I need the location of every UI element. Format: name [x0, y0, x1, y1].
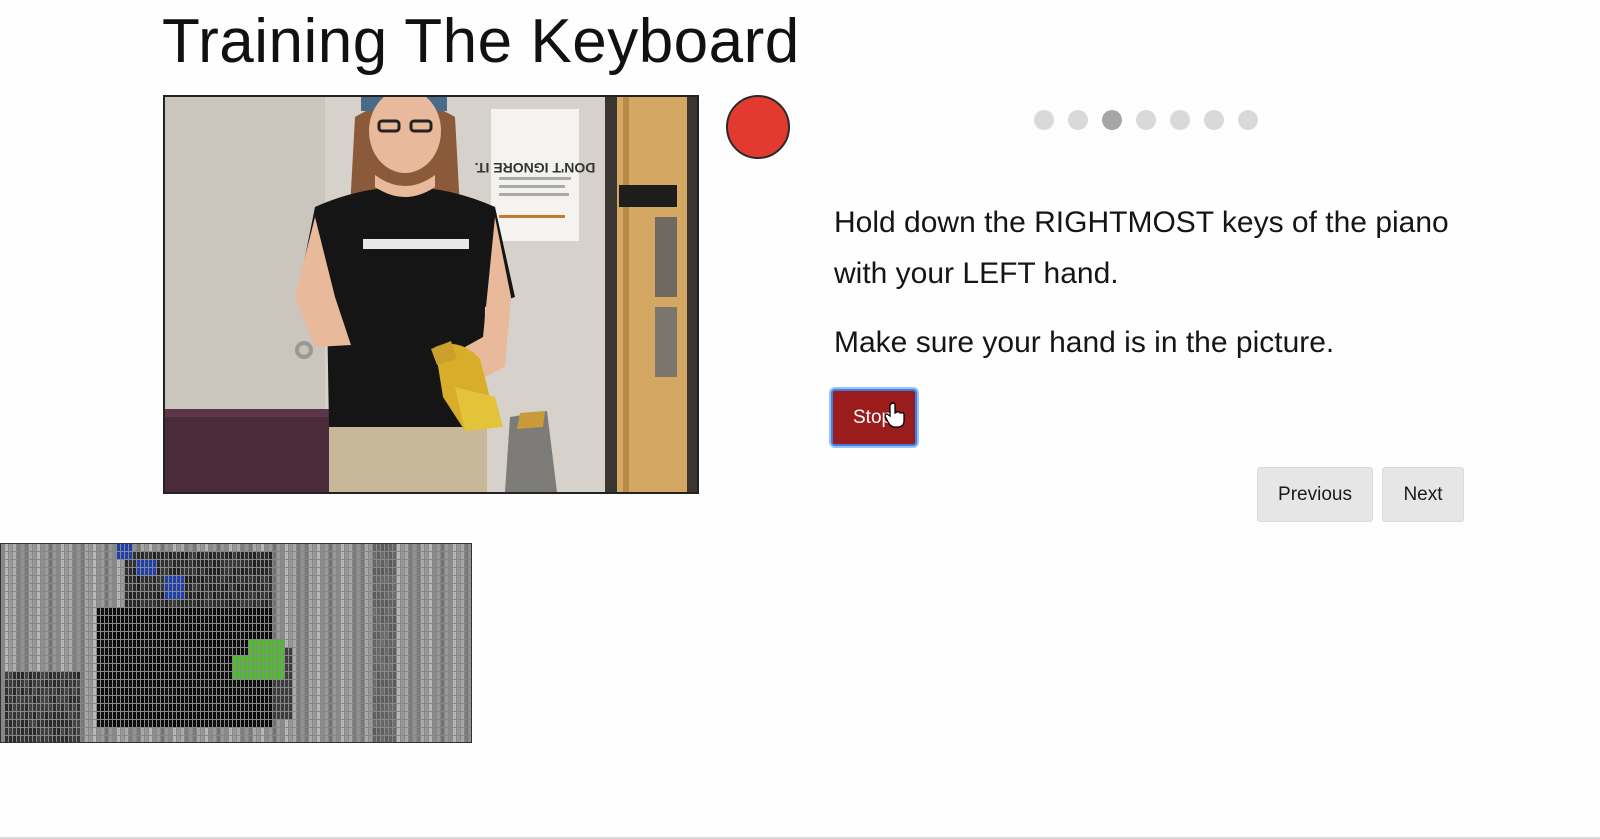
next-button[interactable]: Next	[1382, 467, 1464, 522]
hand-pointer-icon	[884, 402, 905, 428]
poster-text: DON'T IGNORE IT.	[475, 160, 596, 176]
sensor-heatmap	[0, 543, 472, 743]
progress-dot	[1102, 110, 1122, 130]
instruction-line-2: Make sure your hand is in the picture.	[834, 326, 1335, 359]
page-title: Training The Keyboard	[162, 7, 800, 76]
progress-dot	[1068, 110, 1088, 130]
progress-dot	[1170, 110, 1190, 130]
progress-dot	[1034, 110, 1054, 130]
progress-dot	[1136, 110, 1156, 130]
progress-dot	[1238, 110, 1258, 130]
instruction-line-1: Hold down the RIGHTMOST keys of the pian…	[834, 206, 1449, 290]
progress-dot	[1204, 110, 1224, 130]
previous-button[interactable]: Previous	[1257, 467, 1373, 522]
heatmap-grid	[1, 544, 471, 742]
webcam-image: DON'T IGNORE IT.	[165, 97, 697, 492]
instructions: Hold down the RIGHTMOST keys of the pian…	[834, 197, 1454, 386]
recording-indicator	[726, 95, 790, 159]
progress-dots	[1034, 110, 1258, 130]
webcam-feed: DON'T IGNORE IT.	[163, 95, 699, 494]
